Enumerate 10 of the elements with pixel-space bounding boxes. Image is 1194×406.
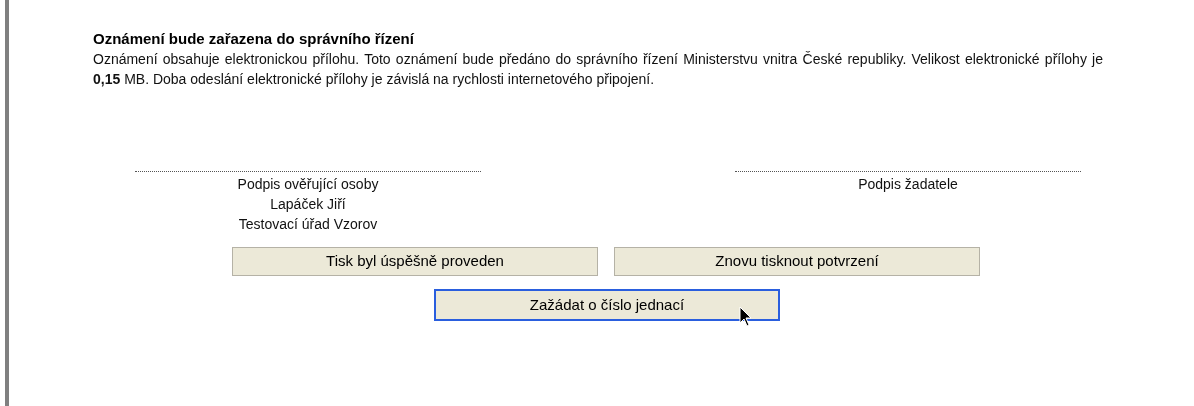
signature-label: Testovací úřad Vzorov [238,215,378,234]
action-button[interactable]: Tisk byl úspěšně proveden [232,247,598,276]
notice-title: Oznámení bude zařazena do správního řízení [93,29,415,49]
signature-label: Lapáček Jiří [270,195,346,214]
signature-label: Podpis ověřující osoby [237,175,379,194]
action-button[interactable]: Zažádat o číslo jednací [434,289,780,321]
signature-label: Podpis žadatele [858,175,958,194]
notice-paragraph: Oznámení obsahuje elektronickou přílohu. Toto oznámení bude předáno do správního řízení Ministerstvu vnitra České republiky. Velikost elektronické přílohy je 0,15 MB. Doba odeslání elektronické přílohy je závislá na rychlosti internetového připojení. [93,50,1103,89]
action-button[interactable]: Znovu tisknout potvrzení [614,247,980,276]
cursor-icon [739,306,753,328]
